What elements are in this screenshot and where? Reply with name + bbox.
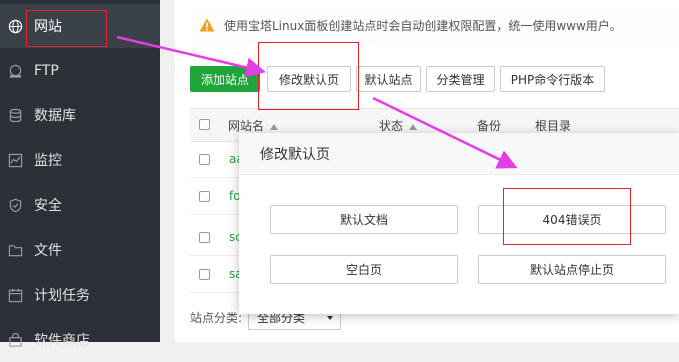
category-manage-button[interactable]: 分类管理 — [426, 66, 495, 92]
blank-page-button[interactable]: 空白页 — [270, 255, 458, 284]
shield-icon — [7, 197, 23, 213]
sidebar-item-store[interactable]: 软件商店 — [0, 318, 160, 362]
column-header-label: 网站名 — [228, 119, 265, 133]
sort-arrow-icon — [409, 123, 418, 130]
sidebar-item-label: 网站 — [34, 19, 62, 35]
row-checkbox[interactable] — [199, 191, 210, 202]
php-cli-version-button[interactable]: PHP命令行版本 — [500, 66, 605, 92]
column-header-root-dir: 根目录 — [535, 119, 572, 133]
sidebar-item-label: 监控 — [34, 153, 62, 169]
sidebar-item-cron[interactable]: 计划任务 — [0, 273, 160, 317]
folder-icon — [7, 242, 23, 258]
sidebar: 网站 FTP 数据库 监控 安全 文件 计划任务 软件商店 — [0, 0, 160, 349]
sidebar-item-label: 软件商店 — [34, 333, 90, 349]
column-header-backup: 备份 — [477, 119, 502, 133]
sidebar-item-monitor[interactable]: 监控 — [0, 138, 160, 182]
monitor-icon — [7, 152, 23, 168]
sidebar-item-label: FTP — [34, 63, 59, 79]
default-site-stopped-page-button[interactable]: 默认站点停止页 — [478, 255, 666, 284]
modify-default-page-dialog: 修改默认页 默认文档 404错误页 空白页 默认站点停止页 — [239, 133, 679, 314]
add-site-button[interactable]: 添加站点 — [190, 66, 260, 92]
default-document-button[interactable]: 默认文档 — [270, 205, 458, 234]
globe-icon — [7, 18, 23, 34]
database-icon — [7, 107, 23, 123]
modify-default-page-button[interactable]: 修改默认页 — [267, 66, 351, 92]
dialog-header: 修改默认页 — [239, 133, 679, 175]
row-checkbox[interactable] — [199, 232, 210, 243]
default-site-button[interactable]: 默认站点 — [356, 66, 421, 92]
notice-bar: 使用宝塔Linux面板创建站点时会自动创建权限配置，统一使用www用户。 — [192, 6, 679, 44]
store-icon — [7, 332, 23, 348]
notice-text: 使用宝塔Linux面板创建站点时会自动创建权限配置，统一使用www用户。 — [224, 18, 622, 33]
error-404-page-button[interactable]: 404错误页 — [478, 205, 666, 234]
calendar-icon — [7, 287, 23, 303]
select-all-checkbox[interactable] — [199, 119, 210, 130]
sidebar-item-database[interactable]: 数据库 — [0, 93, 160, 137]
sidebar-item-label: 计划任务 — [34, 288, 90, 304]
filter-label: 站点分类: — [190, 310, 243, 325]
row-checkbox[interactable] — [199, 269, 210, 280]
sidebar-item-security[interactable]: 安全 — [0, 183, 160, 227]
warning-icon — [199, 18, 215, 32]
sort-arrow-icon — [270, 123, 279, 130]
ftp-icon — [7, 63, 23, 79]
sidebar-item-label: 数据库 — [34, 108, 76, 124]
sidebar-item-label: 安全 — [34, 198, 62, 214]
dialog-title: 修改默认页 — [260, 146, 330, 163]
sidebar-item-label: 文件 — [34, 243, 62, 259]
column-header-status[interactable]: 状态 — [379, 117, 418, 134]
sidebar-item-website[interactable]: 网站 — [0, 4, 160, 48]
column-header-label: 状态 — [379, 119, 404, 133]
sidebar-item-files[interactable]: 文件 — [0, 228, 160, 272]
row-checkbox[interactable] — [199, 154, 210, 165]
column-header-site-name[interactable]: 网站名 — [228, 117, 279, 134]
sidebar-item-ftp[interactable]: FTP — [0, 49, 160, 93]
chevron-down-icon — [327, 316, 334, 320]
